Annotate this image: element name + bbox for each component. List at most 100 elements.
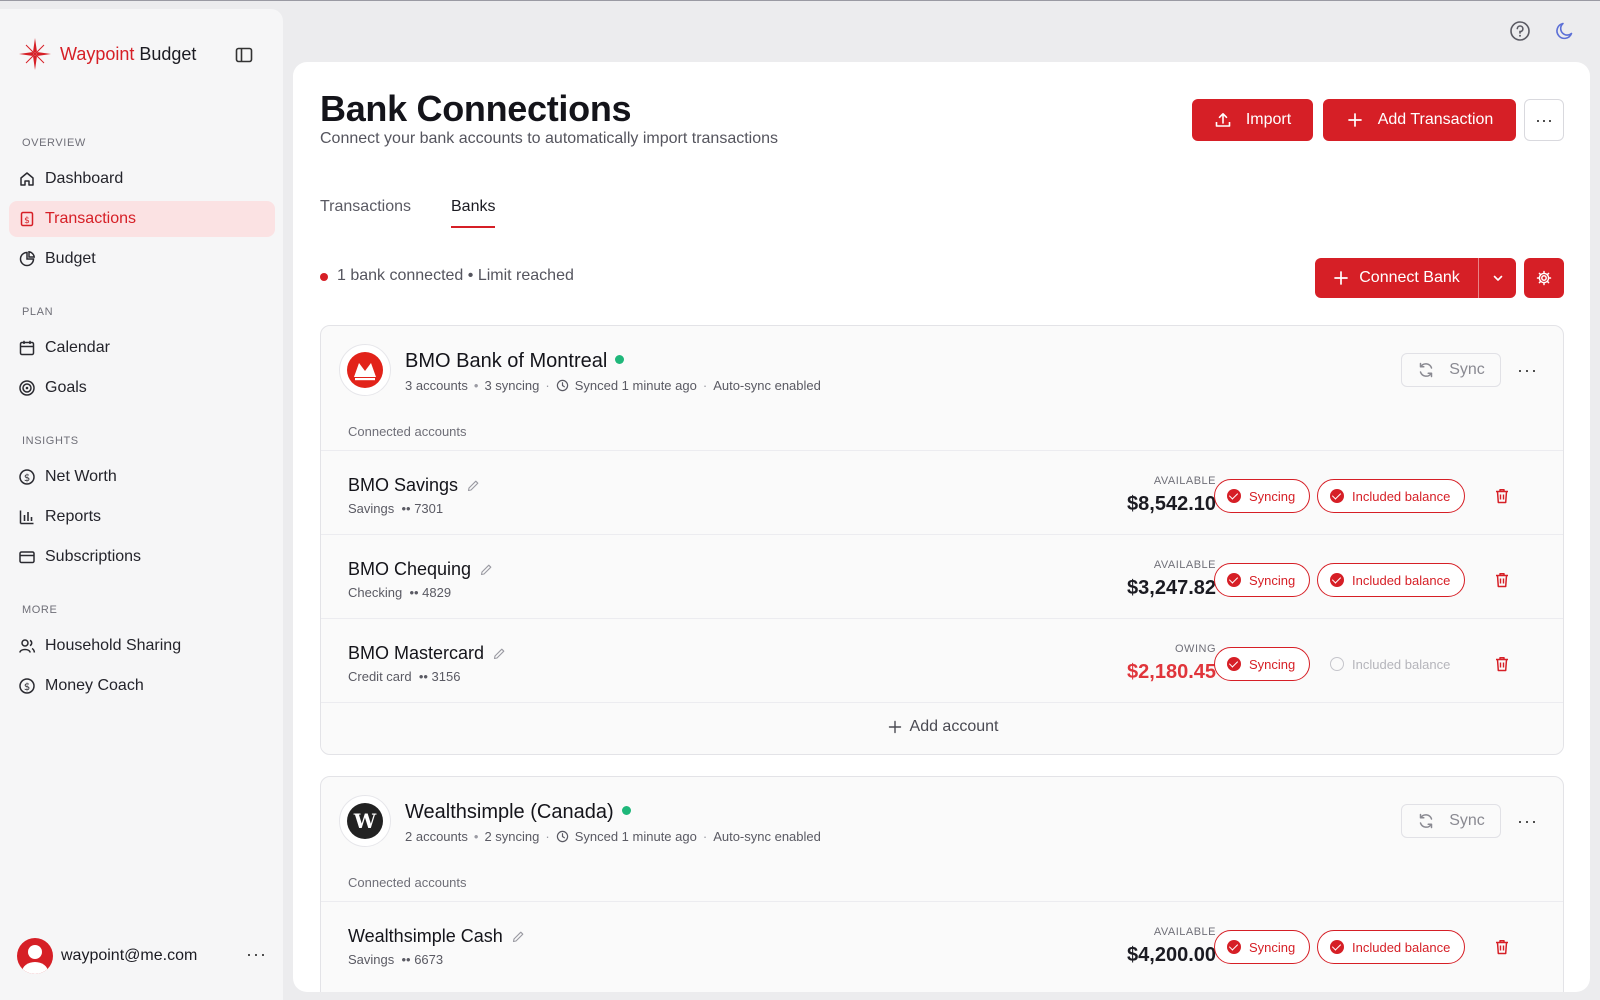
trash-icon[interactable] — [1493, 938, 1511, 956]
add-transaction-button[interactable]: Add Transaction — [1323, 99, 1516, 141]
check-circle-icon — [1227, 573, 1241, 587]
balance-amount-owing: $2,180.45 — [1127, 661, 1216, 683]
sidebar-toggle-icon[interactable] — [234, 45, 254, 65]
sidebar-item-transactions[interactable]: $ Transactions — [9, 201, 275, 237]
accounts-count: 2 accounts — [405, 829, 468, 844]
syncing-toggle[interactable]: Syncing — [1214, 647, 1311, 681]
sidebar-item-subscriptions[interactable]: Subscriptions — [9, 539, 275, 575]
syncing-toggle[interactable]: Syncing — [1214, 479, 1311, 513]
edit-pencil-icon[interactable] — [479, 563, 493, 577]
status-dot — [320, 273, 328, 281]
included-balance-toggle[interactable]: Included balance — [1317, 563, 1466, 597]
sidebar-item-budget[interactable]: Budget — [9, 241, 275, 277]
account-mask: •• 3156 — [418, 669, 461, 684]
included-balance-label: Included balance — [1352, 939, 1451, 955]
plus-icon — [888, 720, 901, 733]
sync-label: Sync — [1449, 361, 1485, 378]
included-balance-label: Included balance — [1352, 488, 1451, 504]
accounts-count: 3 accounts — [405, 378, 468, 393]
check-circle-icon — [1330, 940, 1344, 954]
account-name: BMO Savings — [348, 475, 480, 496]
bank-more-icon[interactable]: ··· — [1517, 811, 1538, 832]
edit-pencil-icon[interactable] — [511, 930, 525, 944]
online-status-dot — [621, 806, 631, 816]
account-name-text: Wealthsimple Cash — [348, 926, 503, 946]
included-balance-label: Included balance — [1352, 656, 1451, 672]
account-mask: •• 7301 — [401, 501, 444, 516]
bank-more-icon[interactable]: ··· — [1517, 360, 1538, 381]
trash-icon[interactable] — [1493, 487, 1511, 505]
sync-button[interactable]: Sync — [1401, 804, 1501, 838]
included-balance-toggle[interactable]: Included balance — [1317, 930, 1466, 964]
add-account-button[interactable]: Add account — [321, 702, 1563, 750]
sidebar-item-reports[interactable]: Reports — [9, 499, 275, 535]
sidebar-item-label: Goals — [45, 379, 87, 396]
user-profile[interactable]: waypoint@me.com ··· — [17, 938, 267, 974]
included-balance-toggle[interactable]: Included balance — [1317, 647, 1465, 681]
tab-banks[interactable]: Banks — [451, 198, 496, 228]
sidebar-item-label: Reports — [45, 508, 102, 525]
last-synced: Synced 1 minute ago — [574, 378, 697, 393]
sidebar-item-calendar[interactable]: Calendar — [9, 330, 275, 366]
upload-icon — [1215, 113, 1231, 127]
import-label: Import — [1245, 111, 1292, 128]
user-more-icon[interactable]: ··· — [246, 944, 267, 965]
sync-button[interactable]: Sync — [1401, 353, 1501, 387]
more-options-button[interactable]: ··· — [1524, 99, 1564, 141]
sidebar-item-dashboard[interactable]: Dashboard — [9, 161, 275, 197]
card-icon — [18, 548, 36, 566]
edit-pencil-icon[interactable] — [466, 479, 480, 493]
home-icon — [18, 170, 36, 188]
empty-circle-icon — [1330, 657, 1344, 671]
syncing-toggle[interactable]: Syncing — [1214, 563, 1311, 597]
account-name: BMO Chequing — [348, 559, 493, 580]
edit-pencil-icon[interactable] — [492, 647, 506, 661]
help-icon[interactable] — [1509, 20, 1531, 42]
account-row: BMO Chequing Checking •• 4829 AVAILABLE … — [321, 534, 1563, 618]
balance-amount: $8,542.10 — [1127, 493, 1216, 515]
online-status-dot — [615, 355, 625, 365]
syncing-toggle[interactable]: Syncing — [1214, 930, 1311, 964]
bank-settings-button[interactable] — [1524, 258, 1564, 298]
sidebar-item-net-worth[interactable]: $ Net Worth — [9, 459, 275, 495]
bank-limit-status: 1 bank connected • Limit reached — [337, 267, 574, 284]
page-title: Bank Connections — [320, 88, 632, 129]
compass-star-logo-icon — [19, 38, 51, 70]
sidebar: Waypoint Budget OVERVIEW Dashboard $ Tra… — [0, 9, 283, 1000]
account-detail: Credit card •• 3156 — [348, 669, 460, 684]
nav-section-insights: INSIGHTS — [22, 435, 79, 447]
trash-icon[interactable] — [1493, 655, 1511, 673]
bank-name-text: BMO Bank of Montreal — [405, 350, 608, 372]
nav-section-overview: OVERVIEW — [22, 137, 86, 149]
connect-bank-dropdown[interactable] — [1479, 258, 1516, 298]
account-row: BMO Savings Savings •• 7301 AVAILABLE $8… — [321, 450, 1563, 534]
gear-icon — [1536, 270, 1552, 286]
check-circle-icon — [1227, 940, 1241, 954]
svg-text:$: $ — [24, 216, 30, 226]
bank-name: Wealthsimple (Canada) — [405, 801, 631, 824]
trash-icon[interactable] — [1493, 571, 1511, 589]
svg-text:W: W — [353, 809, 377, 833]
included-balance-toggle[interactable]: Included balance — [1317, 479, 1466, 513]
sidebar-item-label: Calendar — [45, 339, 110, 356]
dark-mode-moon-icon[interactable] — [1554, 20, 1576, 42]
bmo-logo-icon — [347, 352, 383, 388]
avatar[interactable] — [17, 938, 53, 974]
syncing-count: 2 syncing — [484, 829, 540, 844]
main-panel: Bank Connections Connect your bank accou… — [293, 62, 1590, 992]
bar-chart-icon — [18, 508, 36, 526]
included-balance-label: Included balance — [1352, 572, 1451, 588]
connect-bank-label: Connect Bank — [1359, 269, 1460, 286]
tab-transactions[interactable]: Transactions — [320, 198, 411, 226]
sidebar-item-household-sharing[interactable]: Household Sharing — [9, 628, 275, 664]
sidebar-item-goals[interactable]: Goals — [9, 370, 275, 406]
sidebar-item-money-coach[interactable]: $ Money Coach — [9, 668, 275, 704]
connect-bank-button[interactable]: Connect Bank — [1315, 258, 1479, 298]
import-button[interactable]: Import — [1192, 99, 1313, 141]
balance-amount: $3,247.82 — [1127, 577, 1216, 599]
account-name: BMO Mastercard — [348, 643, 506, 664]
dollar-circle-icon: $ — [18, 468, 36, 486]
account-type: Credit card — [348, 669, 412, 684]
syncing-label: Syncing — [1249, 656, 1296, 672]
brand[interactable]: Waypoint Budget — [18, 37, 196, 71]
